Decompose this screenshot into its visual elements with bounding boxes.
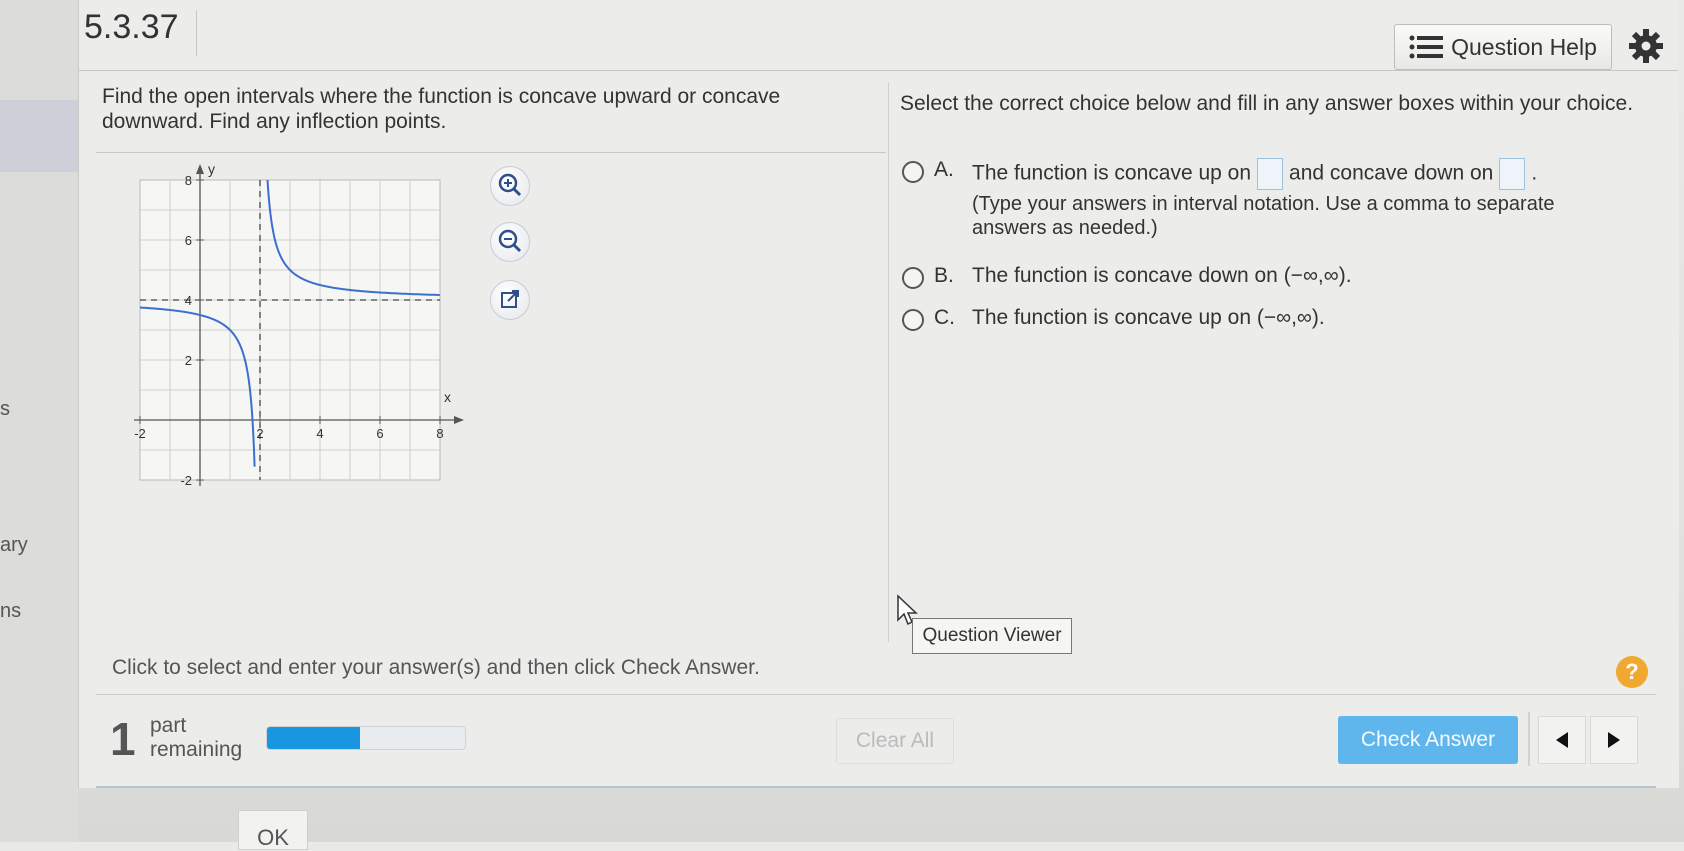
next-question-button[interactable]	[1590, 716, 1638, 764]
x-tick-label: 4	[316, 426, 323, 441]
choice-text: and concave down on	[1289, 161, 1494, 185]
choice-c[interactable]: C. The function is concave up on (−∞,∞).	[902, 306, 1325, 331]
y-tick-label: 6	[185, 233, 192, 248]
zoom-in-icon	[498, 173, 522, 197]
concave-up-answer-box[interactable]	[1257, 158, 1284, 190]
y-tick-label: 2	[185, 353, 192, 368]
x-axis-label: x	[444, 389, 451, 405]
y-tick-label: -2	[180, 473, 192, 488]
card-border	[96, 786, 1656, 788]
answer-instruction: Select the correct choice below and fill…	[900, 92, 1634, 115]
y-tick-label: 8	[185, 173, 192, 188]
graph-grid	[139, 179, 441, 481]
check-answer-button[interactable]: Check Answer	[1338, 716, 1518, 764]
parts-label-line: remaining	[150, 738, 243, 761]
divider	[96, 152, 886, 153]
divider	[78, 70, 1678, 71]
parts-label-line: part	[150, 714, 187, 737]
choice-text: The function is concave down on (−∞,∞).	[972, 264, 1352, 287]
list-icon	[1409, 35, 1444, 59]
open-popout-button[interactable]	[490, 280, 530, 320]
choice-a[interactable]: A. The function is concave up on and conc…	[902, 158, 1572, 240]
choice-letter: A.	[934, 158, 954, 181]
sidebar-selected-item[interactable]	[0, 100, 78, 172]
gear-icon[interactable]	[1628, 28, 1664, 64]
x-tick-label: -2	[134, 426, 146, 441]
radio-button[interactable]	[902, 309, 924, 331]
clear-all-button[interactable]: Clear All	[836, 718, 954, 764]
divider	[1528, 712, 1530, 766]
parts-remaining-label: part remaining	[150, 714, 242, 762]
y-tick-label: 4	[185, 293, 192, 308]
left-sidebar: s ary ns	[0, 0, 78, 842]
triangle-left-icon	[1556, 732, 1568, 748]
y-axis-label: y	[208, 161, 215, 177]
parts-count: 1	[110, 713, 136, 765]
x-tick-label: 2	[256, 426, 263, 441]
choice-text: The function is concave up on	[972, 161, 1252, 185]
choice-hint: (Type your answers in interval notation.…	[972, 193, 1555, 239]
choice-letter: B.	[934, 264, 954, 287]
ok-button[interactable]: OK	[238, 810, 308, 850]
zoom-out-button[interactable]	[490, 222, 530, 262]
radio-button[interactable]	[902, 161, 924, 183]
footer-instruction: Click to select and enter your answer(s)…	[112, 656, 760, 679]
question-viewer-tooltip: Question Viewer	[912, 618, 1072, 654]
radio-button[interactable]	[902, 267, 924, 289]
concave-down-answer-box[interactable]	[1499, 158, 1526, 190]
sidebar-item-fragment[interactable]: ary	[0, 534, 28, 557]
zoom-in-button[interactable]	[490, 166, 530, 206]
choice-text: .	[1531, 161, 1538, 185]
x-tick-label: 6	[376, 426, 383, 441]
zoom-out-icon	[498, 229, 522, 253]
help-icon[interactable]: ?	[1616, 656, 1648, 688]
divider	[888, 82, 889, 642]
choice-text: The function is concave up on (−∞,∞).	[972, 306, 1325, 329]
sidebar-item-fragment[interactable]: ns	[0, 600, 21, 623]
function-graph: x y -2 2 4 6 8 8 6 4 2 -2	[134, 161, 464, 488]
divider	[196, 10, 197, 56]
y-axis-arrow	[196, 164, 204, 174]
external-link-icon	[501, 290, 519, 308]
x-axis-arrow	[454, 416, 464, 424]
question-id: 5.3.37	[84, 8, 179, 46]
choice-letter: C.	[934, 306, 955, 329]
sidebar-item-fragment[interactable]: s	[0, 398, 10, 421]
choice-b[interactable]: B. The function is concave down on (−∞,∞…	[902, 264, 1352, 289]
x-tick-label: 8	[436, 426, 443, 441]
divider	[96, 694, 1656, 695]
question-help-label: Question Help	[1451, 33, 1597, 60]
previous-question-button[interactable]	[1538, 716, 1586, 764]
question-help-button[interactable]: Question Help	[1394, 24, 1612, 70]
triangle-right-icon	[1608, 732, 1620, 748]
question-prompt: Find the open intervals where the functi…	[102, 85, 781, 133]
progress-fill	[267, 727, 361, 749]
progress-bar	[266, 726, 466, 750]
